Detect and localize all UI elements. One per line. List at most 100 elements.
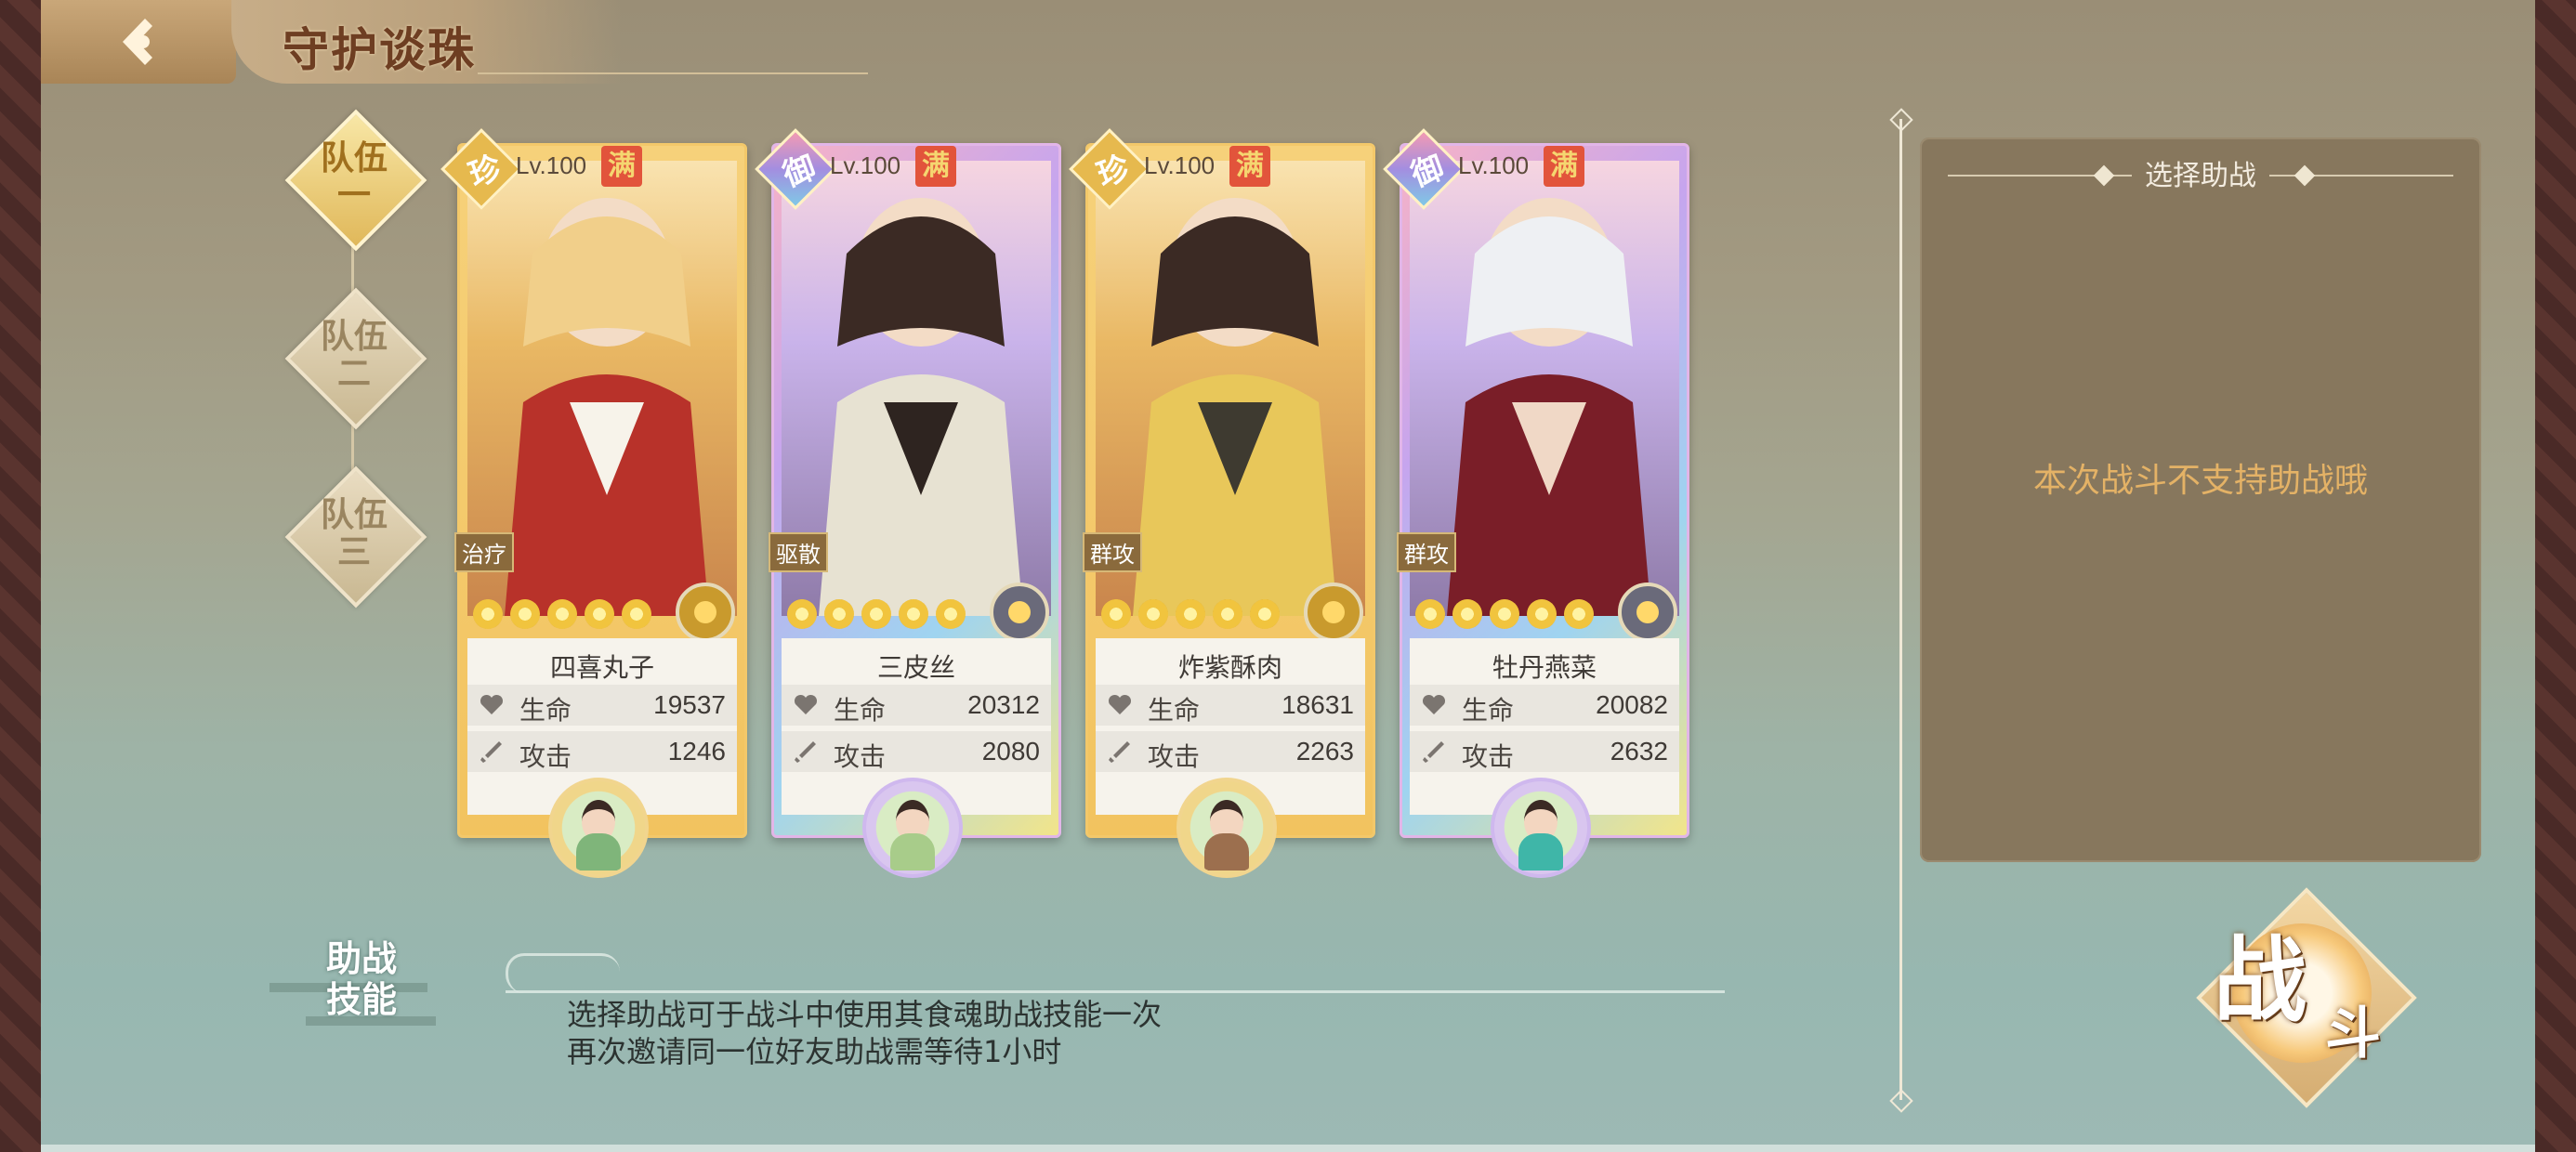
star-icon <box>787 599 817 629</box>
atk-value: 2263 <box>1295 737 1354 766</box>
hp-label: 生命 <box>1148 695 1201 726</box>
star-icon <box>1527 599 1557 629</box>
skill-swirl-decoration <box>506 953 620 993</box>
assist-panel-title: 选择助战 <box>2145 160 2256 192</box>
hp-row: 生命 20082 <box>1410 685 1679 726</box>
atk-value: 2080 <box>981 737 1040 766</box>
sword-icon <box>1109 741 1130 763</box>
character-card[interactable]: 御 Lv.100 满 群攻 牡丹燕菜 生命 20082 攻击 2632 <box>1383 128 1689 878</box>
star-icon <box>1101 599 1131 629</box>
bottom-edge-line <box>41 1145 2535 1152</box>
vertical-divider <box>1899 119 1902 1100</box>
star-rating <box>473 599 651 629</box>
atk-label: 攻击 <box>1148 741 1201 772</box>
star-icon <box>1138 599 1168 629</box>
role-tag: 驱散 <box>769 532 828 572</box>
hp-row: 生命 20312 <box>782 685 1051 726</box>
divider-top-ornament <box>1889 108 1913 132</box>
character-card[interactable]: 珍 Lv.100 满 群攻 炸紫酥肉 生命 18631 攻击 2263 <box>1069 128 1375 878</box>
level-label: Lv.100 <box>1458 151 1530 179</box>
assist-unavailable-message: 本次战斗不支持助战哦 <box>2032 462 2368 500</box>
max-level-badge: 满 <box>915 146 956 187</box>
divider-bottom-ornament <box>1889 1089 1913 1113</box>
element-icon <box>990 583 1049 642</box>
hp-row: 生命 19537 <box>467 685 737 726</box>
star-icon <box>1213 599 1242 629</box>
star-rating <box>1415 599 1594 629</box>
sword-icon <box>1423 741 1444 763</box>
star-icon <box>1250 599 1280 629</box>
assist-skill-description: 选择助战可于战斗中使用其食魂助战技能一次 再次邀请同一位好友助战需等待1小时 <box>567 996 1162 1070</box>
chibi-avatar <box>862 778 963 878</box>
atk-label: 攻击 <box>519 741 572 772</box>
character-card[interactable]: 御 Lv.100 满 驱散 三皮丝 生命 20312 攻击 2080 <box>755 128 1061 878</box>
level-label: Lv.100 <box>830 151 901 179</box>
sword-icon <box>795 741 816 763</box>
character-name: 炸紫酥肉 <box>1177 652 1282 683</box>
max-level-badge: 满 <box>601 146 642 187</box>
team-tab-1-label: 队伍 一 <box>298 139 410 214</box>
level-label: Lv.100 <box>1144 151 1216 179</box>
character-name: 三皮丝 <box>876 652 955 683</box>
hp-label: 生命 <box>1462 695 1515 726</box>
role-tag: 群攻 <box>1397 532 1456 572</box>
hp-value: 20312 <box>967 690 1040 719</box>
level-label: Lv.100 <box>516 151 587 179</box>
team-3-label-top: 队伍 <box>320 495 388 534</box>
hp-value: 20082 <box>1596 690 1668 719</box>
atk-row: 攻击 1246 <box>467 731 737 772</box>
star-icon <box>585 599 614 629</box>
star-icon <box>1564 599 1594 629</box>
team-1-label-top: 队伍 <box>320 138 388 177</box>
title-underline <box>478 72 868 74</box>
atk-value: 2632 <box>1610 737 1668 766</box>
chibi-avatar <box>548 778 649 878</box>
star-icon <box>861 599 891 629</box>
star-icon <box>510 599 540 629</box>
star-icon <box>547 599 577 629</box>
atk-row: 攻击 2080 <box>782 731 1051 772</box>
star-icon <box>1415 599 1445 629</box>
left-frame-border <box>0 0 41 1152</box>
screen: 守护谈珠 队伍 一 队伍 二 队伍 三 珍 Lv.100 满 治疗 四喜丸子 生… <box>41 0 2535 1152</box>
team-3-label-bottom: 三 <box>336 532 371 571</box>
chibi-avatar <box>1176 778 1277 878</box>
atk-label: 攻击 <box>1462 741 1515 772</box>
star-rating <box>1101 599 1280 629</box>
atk-label: 攻击 <box>834 741 887 772</box>
heart-icon <box>794 694 818 714</box>
assist-select-panel[interactable]: 选择助战 本次战斗不支持助战哦 <box>1920 137 2481 862</box>
assist-skill-title-bottom: 技能 <box>325 978 397 1020</box>
battle-button[interactable]: 战 斗 <box>2186 877 2418 1109</box>
hp-value: 19537 <box>653 690 726 719</box>
heart-icon <box>1108 694 1132 714</box>
star-icon <box>936 599 966 629</box>
element-icon <box>1304 583 1363 642</box>
skill-divider-line <box>506 990 1725 993</box>
back-button[interactable] <box>41 0 236 84</box>
heart-icon <box>1422 694 1446 714</box>
battle-button-label-main: 战 <box>2214 925 2307 1035</box>
team-2-label-top: 队伍 <box>320 317 388 356</box>
team-1-label-bottom: 一 <box>336 176 371 215</box>
assist-skill-title-top: 助战 <box>325 937 397 979</box>
page-title: 守护谈珠 <box>283 22 476 77</box>
battle-button-label-sub: 斗 <box>2325 1001 2381 1067</box>
star-rating <box>787 599 966 629</box>
character-card[interactable]: 珍 Lv.100 满 治疗 四喜丸子 生命 19537 攻击 1246 <box>440 128 747 878</box>
sword-icon <box>480 741 502 763</box>
star-icon <box>1452 599 1482 629</box>
assist-skill-title: 助战 技能 <box>310 938 413 1020</box>
star-icon <box>899 599 928 629</box>
back-arrow-icon <box>123 19 152 65</box>
hp-label: 生命 <box>834 695 887 726</box>
team-2-label-bottom: 二 <box>336 354 371 393</box>
max-level-badge: 满 <box>1229 146 1270 187</box>
assist-skill-desc-line2: 再次邀请同一位好友助战需等待1小时 <box>567 1034 1062 1069</box>
element-icon <box>1618 583 1677 642</box>
star-icon <box>473 599 503 629</box>
atk-row: 攻击 2632 <box>1410 731 1679 772</box>
assist-skill-desc-line1: 选择助战可于战斗中使用其食魂助战技能一次 <box>567 997 1163 1032</box>
star-icon <box>1490 599 1519 629</box>
team-tab-3-label: 队伍 三 <box>298 496 410 570</box>
